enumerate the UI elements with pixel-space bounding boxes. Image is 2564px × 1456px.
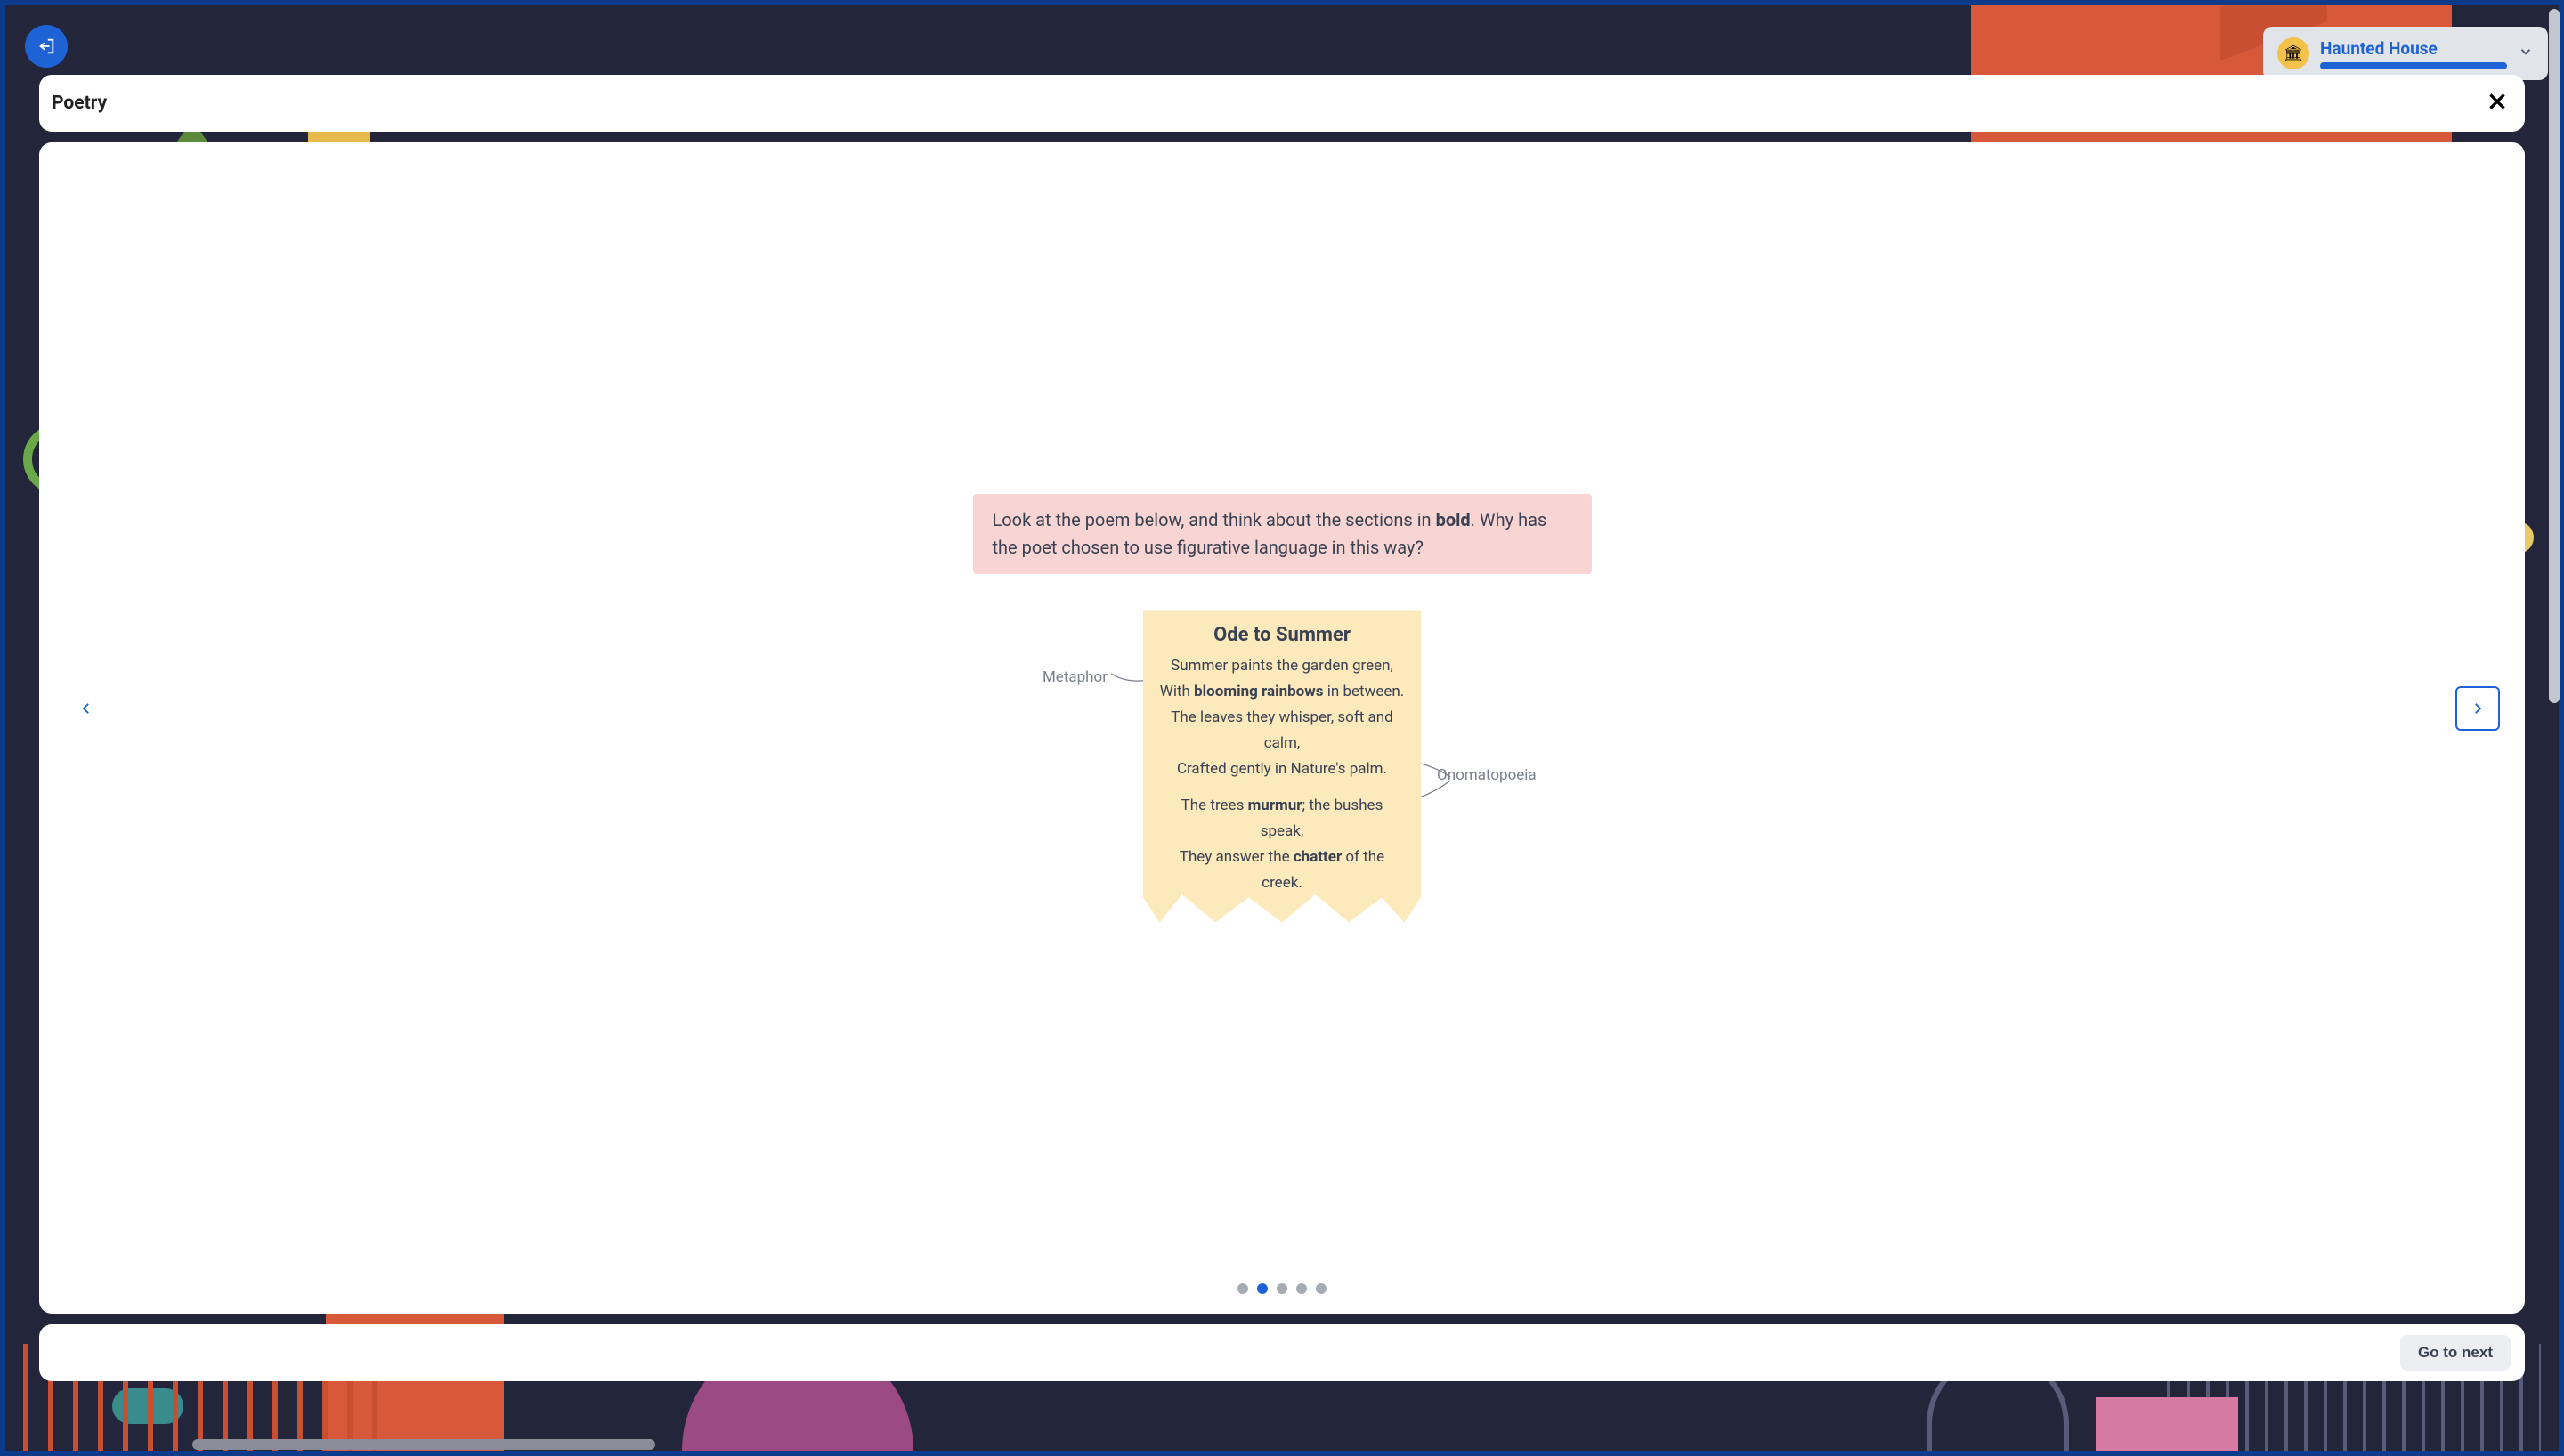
scrollbar-thumb[interactable] [2549,9,2560,703]
level-progress-track [2320,62,2507,69]
exit-button[interactable] [25,25,68,68]
close-icon [2486,90,2509,113]
pager-dot[interactable] [1296,1283,1307,1294]
vertical-scrollbar[interactable] [2548,5,2560,1451]
poem-line: The leaves they whisper, soft and calm, [1159,705,1405,756]
scrollbar-thumb[interactable] [192,1439,655,1450]
level-progress-fill [2320,62,2507,69]
chevron-right-icon [2470,700,2486,716]
pager-dot[interactable] [1257,1283,1268,1294]
poem-line: Summer paints the garden green, [1159,653,1405,679]
chevron-left-icon [78,700,94,716]
pager-dot[interactable] [1277,1283,1287,1294]
pager-dot[interactable] [1237,1283,1248,1294]
action-bar: Go to next [39,1324,2525,1381]
level-widget[interactable]: 🏛 Haunted House [2263,27,2548,80]
exit-icon [37,36,56,56]
horizontal-scrollbar[interactable] [5,1438,2546,1451]
poem-line: Crafted gently in Nature's palm. [1159,756,1405,782]
next-slide-button[interactable] [2455,686,2500,731]
slide-pager [39,1274,2525,1314]
lesson-title: Poetry [52,93,107,114]
poem-line: With blooming rainbows in between. [1159,679,1405,705]
poem-container: Metaphor Onomatopoeia [1143,610,1421,922]
slide-content: Look at the poem below, and think about … [961,494,1602,922]
lesson-content-card: Look at the poem below, and think about … [39,142,2525,1314]
level-title: Haunted House [2320,38,2507,59]
prev-slide-button[interactable] [64,686,109,731]
prompt-pre: Look at the poem below, and think about … [993,509,1436,530]
annotation-onomatopoeia: Onomatopoeia [1437,766,1537,784]
close-button[interactable] [2486,90,2509,117]
annotation-metaphor: Metaphor [1043,668,1108,686]
pager-dot[interactable] [1316,1283,1327,1294]
poem-line: They answer the chatter of the creek. [1159,845,1405,896]
poem-title: Ode to Summer [1159,624,1405,646]
lesson-title-bar: Poetry [39,75,2525,132]
prompt-bold: bold [1436,509,1471,530]
poem-line: The trees murmur; the bushes speak, [1159,793,1405,845]
prompt-text: Look at the poem below, and think about … [973,494,1592,574]
go-to-next-button[interactable]: Go to next [2400,1335,2511,1371]
chevron-down-icon [2518,44,2534,63]
level-badge-icon: 🏛 [2277,37,2309,69]
poem-card: Ode to Summer Summer paints the garden g… [1143,610,1421,922]
